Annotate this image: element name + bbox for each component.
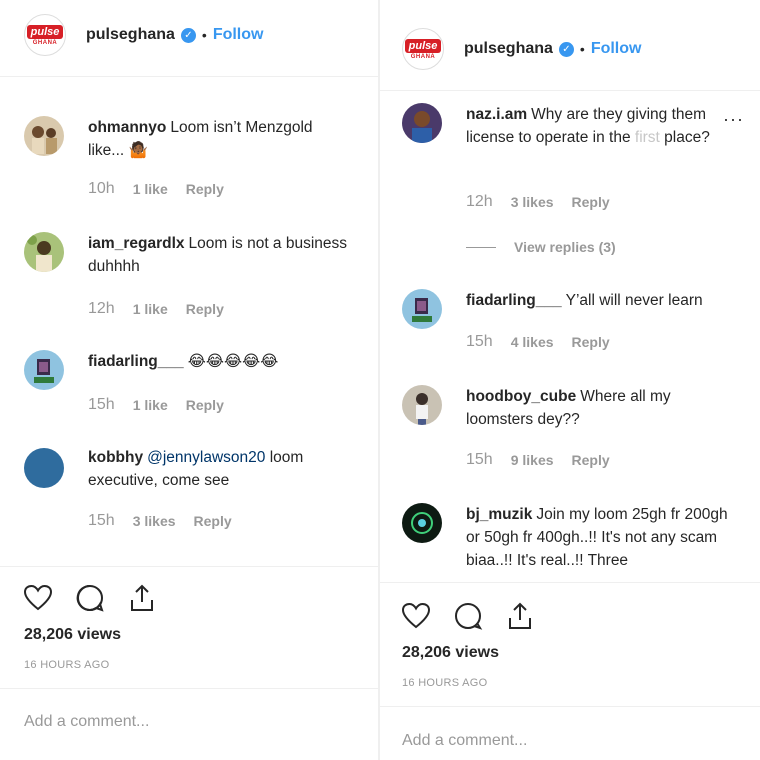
comment-body: Y’all will never learn — [565, 292, 703, 309]
comments-divider — [0, 566, 378, 567]
comment-body: 😂😂😂😂😂 — [187, 353, 279, 370]
comment-meta: 15h 3 likes Reply — [88, 512, 232, 530]
comment-text: hoodboy_cube Where all my loomsters dey?? — [466, 385, 736, 431]
reply-button[interactable]: Reply — [186, 397, 224, 413]
comment-likes[interactable]: 1 like — [133, 301, 168, 317]
comment-time[interactable]: 15h — [88, 396, 115, 414]
comment-text: kobbhy @jennylawson20 loom executive, com… — [88, 446, 350, 492]
logo-text: pulse — [26, 24, 64, 39]
account-handle[interactable]: pulseghana — [464, 40, 553, 58]
reply-button[interactable]: Reply — [572, 194, 610, 210]
action-bar — [22, 582, 178, 614]
add-comment-input[interactable]: Add a comment... — [24, 713, 149, 731]
comment-text: naz.i.am Why are they giving them license… — [466, 103, 722, 149]
view-count[interactable]: 28,206 views — [402, 644, 499, 662]
view-replies-label: View replies (3) — [514, 239, 616, 255]
comment-icon[interactable] — [452, 600, 484, 632]
reply-button[interactable]: Reply — [194, 513, 232, 529]
comment-text: ohmannyo Loom isn’t Menzgold like... 🤷🏾 — [88, 116, 350, 162]
reply-button[interactable]: Reply — [186, 301, 224, 317]
post-timestamp[interactable]: 16 HOURS AGO — [402, 677, 488, 689]
comment-likes[interactable]: 1 like — [133, 397, 168, 413]
post-timestamp[interactable]: 16 HOURS AGO — [24, 659, 110, 671]
comment-likes[interactable]: 3 likes — [133, 513, 176, 529]
right-post-panel: pulse GHANA pulseghana ✓ • Follow naz.i.… — [380, 0, 760, 760]
comment-username[interactable]: ohmannyo — [88, 119, 166, 136]
pulseghana-avatar[interactable]: pulse GHANA — [402, 28, 444, 70]
comment-meta: 10h 1 like Reply — [88, 180, 224, 198]
left-post-panel: pulse GHANA pulseghana ✓ • Follow ohmann… — [0, 0, 378, 760]
heart-icon[interactable] — [400, 600, 432, 632]
comment-meta: 15h 1 like Reply — [88, 396, 224, 414]
post-header: pulse GHANA pulseghana ✓ • Follow — [0, 0, 378, 70]
comment-time[interactable]: 15h — [466, 333, 493, 351]
avatar[interactable] — [402, 103, 442, 143]
comment-username[interactable]: naz.i.am — [466, 106, 527, 123]
view-count[interactable]: 28,206 views — [24, 626, 121, 644]
reply-button[interactable]: Reply — [572, 334, 610, 350]
share-icon[interactable] — [126, 582, 158, 614]
comment-likes[interactable]: 9 likes — [511, 452, 554, 468]
logo-subtext: GHANA — [410, 53, 436, 60]
comments-divider — [380, 582, 760, 583]
comment-meta: 12h 3 likes Reply — [466, 193, 610, 211]
follow-button[interactable]: Follow — [213, 26, 264, 44]
pulseghana-avatar[interactable]: pulse GHANA — [24, 14, 66, 56]
logo-subtext: GHANA — [32, 39, 58, 46]
comment-body-faded: first — [634, 129, 660, 146]
add-comment-input[interactable]: Add a comment... — [402, 732, 527, 750]
comment-username[interactable]: fiadarling___ — [466, 292, 562, 309]
comment-likes[interactable]: 4 likes — [511, 334, 554, 350]
comment-username[interactable]: kobbhy — [88, 449, 143, 466]
avatar[interactable] — [402, 289, 442, 329]
comment-meta: 15h 4 likes Reply — [466, 333, 610, 351]
comment-time[interactable]: 15h — [466, 451, 493, 469]
comment-time[interactable]: 10h — [88, 180, 115, 198]
avatar[interactable] — [402, 503, 442, 543]
avatar[interactable] — [24, 350, 64, 390]
add-comment-divider — [380, 706, 760, 707]
account-handle[interactable]: pulseghana — [86, 26, 175, 44]
comment-time[interactable]: 12h — [88, 300, 115, 318]
comment-icon[interactable] — [74, 582, 106, 614]
verified-icon: ✓ — [180, 27, 196, 43]
share-icon[interactable] — [504, 600, 536, 632]
comment-username[interactable]: fiadarling___ — [88, 353, 184, 370]
comment-text: bj_muzik Join my loom 25gh fr 200gh or 50… — [466, 503, 736, 572]
comment-username[interactable]: iam_regardlx — [88, 235, 185, 252]
add-comment-divider — [0, 688, 378, 689]
reply-button[interactable]: Reply — [186, 181, 224, 197]
comment-time[interactable]: 15h — [88, 512, 115, 530]
comment-likes[interactable]: 3 likes — [511, 194, 554, 210]
follow-button[interactable]: Follow — [591, 40, 642, 58]
comment-text: fiadarling___ Y’all will never learn — [466, 289, 736, 312]
reply-button[interactable]: Reply — [572, 452, 610, 468]
separator-dot: • — [579, 41, 585, 57]
logo-text: pulse — [404, 38, 442, 53]
comment-mention[interactable]: @jennylawson20 — [147, 449, 265, 466]
comment-time[interactable]: 12h — [466, 193, 493, 211]
comment-likes[interactable]: 1 like — [133, 181, 168, 197]
avatar[interactable] — [402, 385, 442, 425]
separator-dot: • — [201, 27, 207, 43]
comment-text: iam_regardlx Loom is not a business duhhh… — [88, 232, 350, 278]
header-divider — [0, 76, 378, 77]
avatar[interactable] — [24, 116, 64, 156]
more-options-icon[interactable]: ··· — [723, 109, 744, 130]
comment-meta: 12h 1 like Reply — [88, 300, 224, 318]
view-replies-line — [466, 246, 496, 248]
post-header: pulse GHANA pulseghana ✓ • Follow — [380, 14, 760, 84]
avatar[interactable] — [24, 232, 64, 272]
comment-meta: 15h 9 likes Reply — [466, 451, 610, 469]
comment-body-end: place? — [659, 129, 710, 146]
comments-scroll-area[interactable]: naz.i.am Why are they giving them license… — [380, 91, 760, 581]
avatar[interactable] — [24, 448, 64, 488]
comment-username[interactable]: hoodboy_cube — [466, 388, 576, 405]
comment-text: fiadarling___ 😂😂😂😂😂 — [88, 350, 350, 373]
verified-icon: ✓ — [558, 41, 574, 57]
view-replies-button[interactable]: View replies (3) — [466, 239, 616, 255]
comment-username[interactable]: bj_muzik — [466, 506, 532, 523]
action-bar — [400, 600, 556, 632]
heart-icon[interactable] — [22, 582, 54, 614]
